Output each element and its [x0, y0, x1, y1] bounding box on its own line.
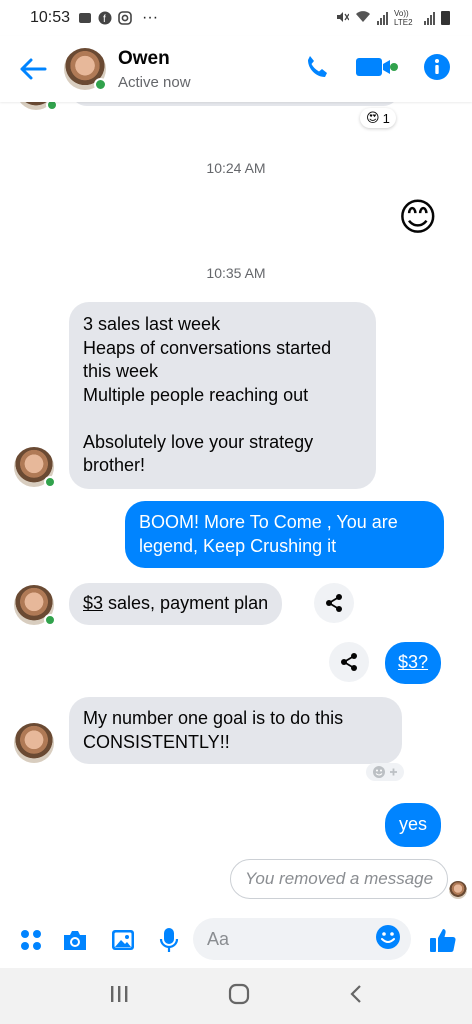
message-text: yes — [399, 814, 428, 834]
reaction-count: 1 — [382, 110, 390, 126]
message-line: Heaps of conversations started — [83, 337, 332, 358]
conversation-header: Owen Active now — [0, 36, 472, 102]
contact-avatar-small — [14, 447, 56, 488]
message-input[interactable]: Aa — [193, 918, 411, 960]
smiley-icon[interactable] — [375, 924, 401, 955]
message-text: sales, payment plan — [103, 593, 269, 613]
heart-eyes-emoji: 😍 — [366, 110, 380, 125]
message-line: My number one goal is to do this — [83, 708, 344, 728]
back-button[interactable] — [18, 54, 48, 84]
outgoing-message[interactable]: $3? — [385, 642, 442, 684]
emoji-message[interactable]: 😊 — [398, 196, 438, 240]
payment-link[interactable]: $3? — [398, 652, 428, 672]
share-icon — [326, 594, 342, 612]
message-line: brother! — [83, 455, 146, 475]
payment-link[interactable]: $3 — [83, 593, 103, 613]
timestamp: 10:35 AM — [206, 265, 266, 281]
previous-message-partial[interactable] — [70, 102, 400, 106]
timestamp: 10:24 AM — [206, 160, 266, 176]
message-composer: Aa — [0, 912, 472, 968]
mute-icon — [335, 10, 350, 27]
facebook-icon: f — [98, 11, 112, 25]
signal-icon — [377, 11, 388, 25]
svg-text:f: f — [103, 14, 106, 25]
arrow-left-icon — [20, 58, 47, 80]
outgoing-message[interactable]: BOOM! More To Come , You are legend, Kee… — [125, 501, 444, 568]
status-time: 10:53 — [30, 9, 71, 26]
notification-icon — [78, 11, 92, 25]
four-dots-icon[interactable] — [18, 927, 44, 953]
message-list[interactable]: 😍 1 10:24 AM 😊 10:35 AM 3 sales last wee… — [0, 102, 472, 912]
phone-icon[interactable] — [304, 54, 330, 85]
message-line: 3 sales last week — [83, 314, 221, 334]
message-line: CONSISTENTLY!! — [83, 731, 230, 752]
message-line: Multiple people reaching out — [83, 384, 309, 405]
message-input-placeholder: Aa — [207, 928, 230, 949]
message-line: BOOM! More To Come , You are — [139, 512, 398, 532]
message-reaction[interactable]: 😍 1 — [360, 108, 396, 128]
contact-status: Active now — [118, 73, 191, 91]
signal-icon-2 — [424, 11, 435, 25]
microphone-icon[interactable] — [156, 927, 182, 953]
outgoing-message[interactable]: yes — [385, 803, 442, 847]
system-navigation-bar — [0, 968, 472, 1024]
home-button[interactable] — [228, 983, 250, 1010]
instagram-icon — [118, 11, 132, 25]
share-button[interactable] — [314, 583, 354, 623]
network-label: Vo)) LTE2 — [394, 9, 413, 27]
incoming-message[interactable]: My number one goal is to do this CONSIST… — [69, 697, 402, 764]
removed-message[interactable]: You removed a message — [230, 859, 449, 899]
share-icon — [341, 653, 357, 671]
online-indicator — [94, 78, 107, 91]
message-line: this week — [83, 361, 159, 381]
seen-avatar — [449, 881, 467, 899]
contact-avatar-small — [16, 102, 58, 111]
thumbs-up-icon[interactable] — [428, 925, 458, 955]
message-line: Absolutely love your strategy — [83, 431, 314, 452]
image-icon[interactable] — [110, 927, 136, 953]
add-reaction-icon — [373, 766, 397, 778]
incoming-message[interactable]: 3 sales last week Heaps of conversations… — [69, 302, 376, 489]
more-notifications: ··· — [142, 9, 159, 26]
contact-avatar-small — [14, 723, 54, 763]
back-nav-button[interactable] — [349, 984, 363, 1009]
video-camera-icon[interactable] — [356, 56, 398, 83]
message-line: legend, Keep Crushing it — [139, 535, 337, 556]
wifi-icon — [355, 10, 371, 26]
contact-info[interactable]: Owen Active now — [118, 48, 191, 91]
recent-apps-button[interactable] — [109, 985, 129, 1008]
removed-message-text: You removed a message — [245, 869, 434, 888]
camera-icon[interactable] — [62, 927, 88, 953]
contact-avatar[interactable] — [64, 48, 107, 91]
contact-avatar-small — [14, 585, 56, 626]
message-line — [83, 407, 362, 431]
info-icon[interactable] — [424, 53, 450, 85]
incoming-message[interactable]: $3 sales, payment plan — [69, 583, 283, 625]
status-bar: 10:53 f ··· Vo)) LTE2 — [0, 0, 472, 36]
add-reaction-button[interactable] — [366, 763, 404, 781]
battery-icon — [441, 11, 450, 25]
share-button[interactable] — [329, 642, 369, 682]
contact-name: Owen — [118, 47, 170, 69]
